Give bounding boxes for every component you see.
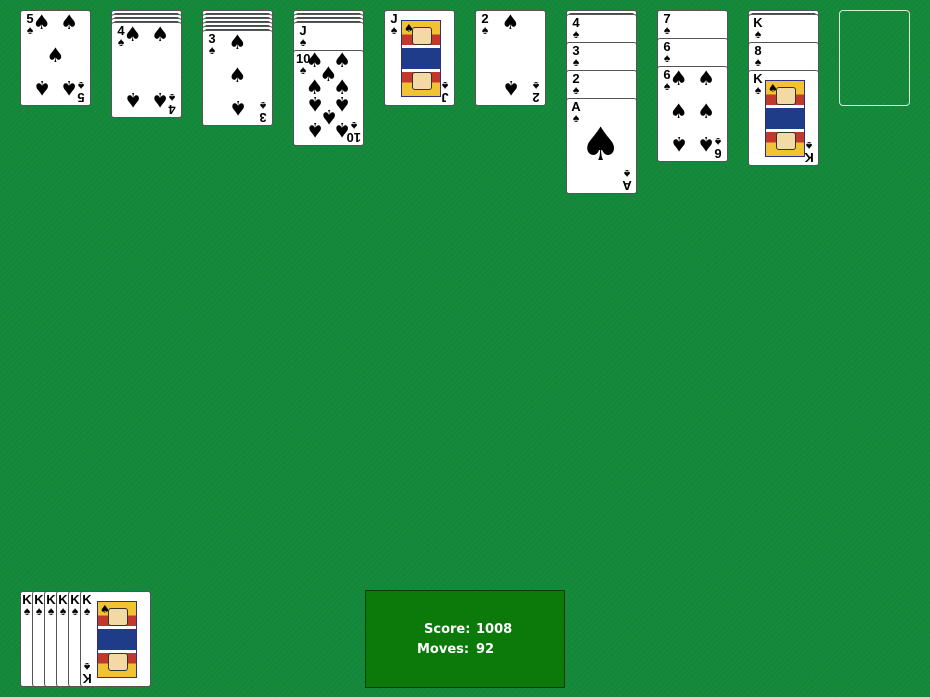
spade-icon: ♠ [481, 23, 489, 37]
top-corner-index: K ♠ [751, 72, 765, 96]
spade-icon: ♠ [532, 79, 540, 93]
card-10-spades[interactable]: 10 ♠ 10 ♠ ♠ ♠ ♠ ♠ ♠ ♠ ♠ ♠ ♠ ♠ [293, 50, 364, 146]
spade-icon: ♠ [754, 27, 762, 41]
score-panel: Score: 1008 Moves: 92 [365, 590, 565, 688]
spade-icon: ♠ [23, 604, 31, 618]
score-value: 1008 [476, 622, 513, 637]
top-corner-index: K ♠ [751, 16, 765, 40]
top-corner-index: K ♠ [70, 593, 80, 617]
spade-pip-icon: ♠ [123, 22, 142, 47]
spade-icon: ♠ [208, 43, 216, 57]
top-corner-index: K ♠ [22, 593, 32, 617]
spade-pip-icon: ♠ [333, 117, 352, 142]
card-3-spades[interactable]: 3 ♠ 3 ♠ ♠ ♠ ♠ [202, 30, 273, 126]
card-j-spades[interactable]: J ♠ J ♠ ♠ [384, 10, 455, 106]
spade-pip-icon: ♠ [32, 10, 51, 35]
empty-tableau-slot[interactable] [839, 10, 910, 106]
spade-pip-icon: ♠ [501, 10, 520, 35]
top-corner-index: 7 ♠ [660, 12, 674, 36]
spade-pip-icon: ♠ [697, 132, 716, 157]
spade-icon: ♠ [754, 55, 762, 69]
spade-pip-icon: ♠ [60, 76, 79, 101]
top-corner-index: J ♠ [387, 12, 401, 36]
top-corner-index: K ♠ [82, 593, 92, 617]
spade-icon: ♠ [35, 604, 43, 618]
spade-pip-icon: ♠ [151, 22, 170, 47]
card-k-spades[interactable]: K ♠ K ♠ ♠ [748, 70, 819, 166]
spade-icon: ♠ [572, 83, 580, 97]
top-corner-index: 3 ♠ [569, 44, 583, 68]
court-figure-icon: ♠ [401, 20, 441, 97]
top-corner-index: 8 ♠ [751, 44, 765, 68]
spade-pip-icon: ♠ [669, 66, 688, 91]
top-corner-index: K ♠ [58, 593, 68, 617]
bottom-corner-index: 3 ♠ [256, 99, 270, 125]
spade-pip-icon: ♠ [228, 96, 247, 121]
spade-icon: ♠ [59, 604, 67, 618]
spade-icon: ♠ [663, 51, 671, 65]
spade-pip-icon: ♠ [501, 76, 520, 101]
spade-pip-icon: ♠ [228, 63, 247, 88]
card-5-spades[interactable]: 5 ♠ 5 ♠ ♠ ♠ ♠ ♠ ♠ [20, 10, 91, 106]
top-corner-index: J ♠ [296, 24, 310, 48]
card-4-spades[interactable]: 4 ♠ 4 ♠ ♠ ♠ ♠ ♠ [111, 22, 182, 118]
bottom-corner-index: A ♠ [620, 167, 634, 193]
top-corner-index: K ♠ [46, 593, 56, 617]
spade-pip-icon: ♠ [669, 132, 688, 157]
game-board: 5 ♠ 5 ♠ ♠ ♠ ♠ ♠ ♠ 4 ♠ 4 ♠ ♠ ♠ ♠ ♠ 3 ♠ 3 ♠ ♠ ♠ ♠ J ♠ 10 ♠ 10 ♠ ♠ ♠ ♠ ♠ ♠ ♠ ♠ ♠… [0, 0, 930, 697]
bottom-corner-index: K ♠ [82, 660, 92, 686]
spade-pip-icon: ♠ [46, 43, 65, 68]
spade-icon: ♠ [754, 83, 762, 97]
bottom-corner-index: 2 ♠ [529, 79, 543, 105]
card-2-spades[interactable]: 2 ♠ 2 ♠ ♠ ♠ [475, 10, 546, 106]
spade-icon: ♠ [47, 604, 55, 618]
completed-stack[interactable]: K ♠ K ♠ K ♠ K ♠ K ♠ K ♠ K ♠ ♠ [20, 591, 160, 687]
top-corner-index: 3 ♠ [205, 32, 219, 56]
spade-icon: ♠ [768, 82, 778, 95]
spade-pip-icon: ♠ [60, 10, 79, 35]
score-label: Score: [424, 622, 471, 637]
spade-pip-icon: ♠ [151, 88, 170, 113]
spade-pip-icon: ♠ [123, 88, 142, 113]
moves-value: 92 [476, 642, 495, 657]
court-figure-icon: ♠ [765, 80, 805, 157]
card-a-spades[interactable]: A ♠ A ♠ ♠ [566, 98, 637, 194]
spade-icon: ♠ [390, 23, 398, 37]
court-figure-icon: ♠ [97, 601, 137, 678]
spade-icon: ♠ [100, 603, 110, 616]
spade-pip-icon: ♠ [228, 30, 247, 55]
spade-icon: ♠ [572, 27, 580, 41]
top-corner-index: 6 ♠ [660, 40, 674, 64]
spade-pip-icon: ♠ [32, 76, 51, 101]
top-corner-index: 2 ♠ [478, 12, 492, 36]
spade-pip-icon: ♠ [697, 99, 716, 124]
spade-icon: ♠ [663, 23, 671, 37]
spade-icon: ♠ [404, 22, 414, 35]
ace-spade-icon: ♠ [580, 117, 622, 171]
card-6-spades[interactable]: 6 ♠ 6 ♠ ♠ ♠ ♠ ♠ ♠ ♠ [657, 66, 728, 162]
spade-pip-icon: ♠ [305, 117, 324, 142]
spade-icon: ♠ [259, 99, 267, 113]
spade-icon: ♠ [299, 35, 307, 49]
completed-king-card[interactable]: K ♠ K ♠ ♠ [80, 591, 151, 687]
top-corner-index: 4 ♠ [569, 16, 583, 40]
spade-icon: ♠ [572, 55, 580, 69]
top-corner-index: 2 ♠ [569, 72, 583, 96]
spade-icon: ♠ [83, 604, 91, 618]
spade-icon: ♠ [71, 604, 79, 618]
moves-label: Moves: [417, 642, 470, 657]
spade-pip-icon: ♠ [669, 99, 688, 124]
spade-pip-icon: ♠ [697, 66, 716, 91]
top-corner-index: K ♠ [34, 593, 44, 617]
